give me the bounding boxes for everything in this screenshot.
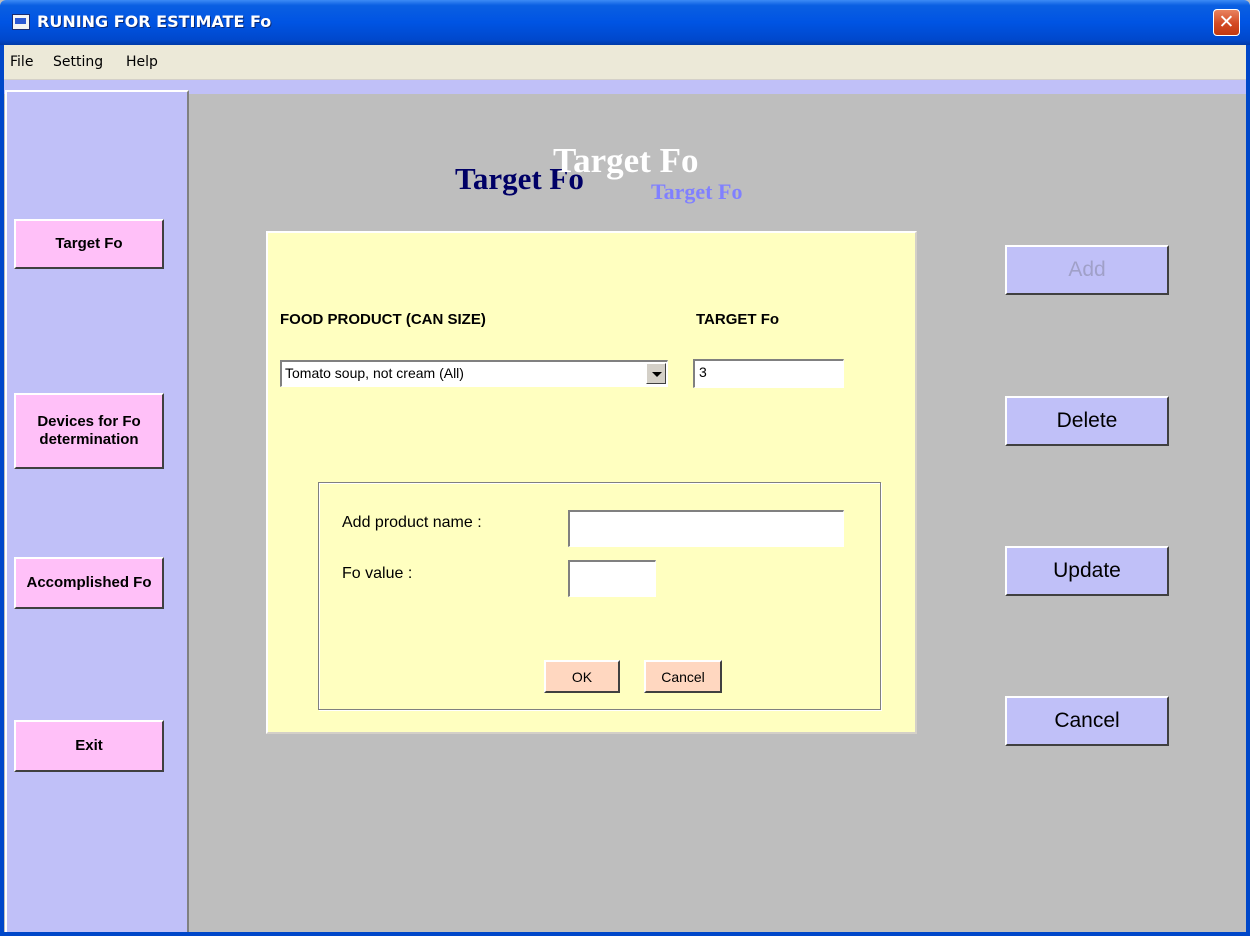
heading-shadow-light: Target Fo — [651, 179, 743, 204]
target-fo-panel: FOOD PRODUCT (CAN SIZE) TARGET Fo Tomato… — [266, 231, 917, 734]
sidebar-button-target-fo[interactable]: Target Fo — [14, 219, 164, 269]
add-product-group: Add product name : Fo value : OK Cancel — [318, 482, 881, 710]
target-fo-label: TARGET Fo — [696, 311, 780, 328]
window-border-right — [1246, 45, 1250, 936]
sidebar-button-exit[interactable]: Exit — [14, 720, 164, 772]
window-border-bottom — [0, 932, 1250, 936]
food-product-selected: Tomato soup, not cream (All) — [285, 365, 464, 381]
page-title: Target Fo — [553, 141, 699, 180]
sidebar-button-accomplished-fo[interactable]: Accomplished Fo — [14, 557, 164, 609]
menu-file[interactable]: File — [10, 54, 33, 70]
group-cancel-button[interactable]: Cancel — [644, 660, 722, 693]
fo-value-field[interactable] — [568, 560, 656, 597]
add-button[interactable]: Add — [1005, 245, 1169, 295]
target-fo-field[interactable]: 3 — [693, 359, 844, 388]
window-border-left — [0, 45, 4, 936]
menu-help[interactable]: Help — [126, 54, 158, 70]
food-product-select[interactable]: Tomato soup, not cream (All) — [280, 360, 668, 387]
food-product-label: FOOD PRODUCT (CAN SIZE) — [280, 311, 486, 328]
product-name-field[interactable] — [568, 510, 844, 547]
ok-button[interactable]: OK — [544, 660, 620, 693]
close-button[interactable]: ✕ — [1213, 9, 1240, 36]
menu-setting[interactable]: Setting — [53, 54, 103, 70]
update-button[interactable]: Update — [1005, 546, 1169, 596]
cancel-button[interactable]: Cancel — [1005, 696, 1169, 746]
window-title: RUNING FOR ESTIMATE Fo — [37, 12, 272, 31]
add-product-name-label: Add product name : — [342, 514, 482, 531]
fo-value-label: Fo value : — [342, 565, 413, 582]
application-window: RUNING FOR ESTIMATE Fo ✕ File Setting He… — [0, 0, 1250, 936]
dropdown-arrow-icon[interactable] — [646, 363, 666, 384]
app-icon — [12, 14, 30, 30]
sidebar — [5, 90, 189, 932]
menu-bar: File Setting Help — [0, 45, 1250, 80]
sidebar-button-devices[interactable]: Devices for Fo determination — [14, 393, 164, 469]
title-bar[interactable]: RUNING FOR ESTIMATE Fo ✕ — [0, 0, 1250, 45]
delete-button[interactable]: Delete — [1005, 396, 1169, 446]
